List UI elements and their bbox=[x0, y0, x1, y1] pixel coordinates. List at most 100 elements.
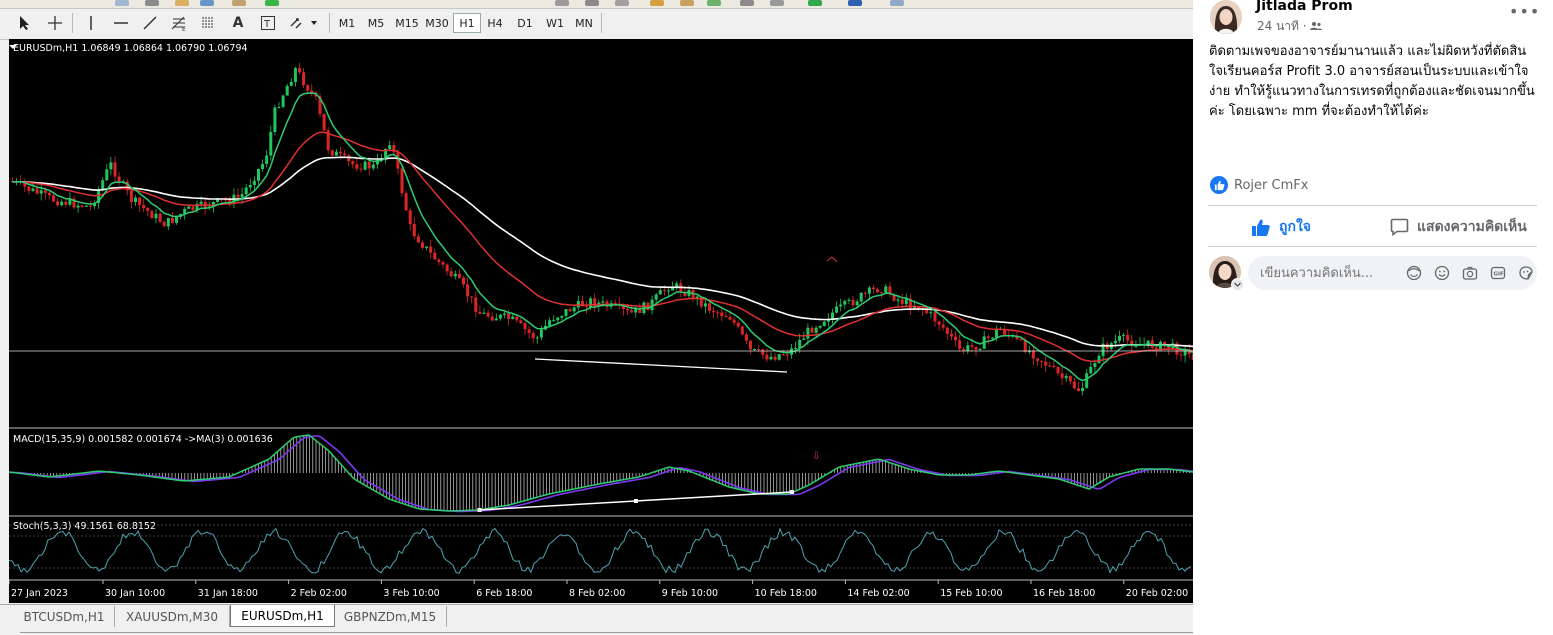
trendline-icon[interactable] bbox=[139, 12, 161, 34]
timeframe-mn[interactable]: MN bbox=[570, 13, 598, 33]
tab-eurusd[interactable]: EURUSDm,H1 bbox=[230, 605, 335, 627]
toolbar-stub[interactable] bbox=[615, 0, 629, 6]
tab-xauusd[interactable]: XAUUSDm,M30 bbox=[115, 606, 230, 627]
candle-body bbox=[113, 162, 117, 177]
text-icon[interactable]: A bbox=[227, 12, 249, 34]
avatar[interactable] bbox=[1210, 0, 1242, 34]
candle-body bbox=[564, 309, 568, 316]
tab-gbpnzd[interactable]: GBPNZDm,M15 bbox=[334, 606, 447, 627]
crosshair-icon[interactable] bbox=[44, 12, 66, 34]
toolbar-stub[interactable] bbox=[808, 0, 822, 6]
candle-body bbox=[298, 68, 301, 73]
toolbar-stub[interactable] bbox=[680, 0, 694, 6]
toolbar-stub[interactable] bbox=[145, 0, 159, 6]
toolbar-stub[interactable] bbox=[650, 0, 664, 6]
candle-body bbox=[166, 217, 170, 227]
toolbar-stub[interactable] bbox=[175, 0, 189, 6]
candle-body bbox=[708, 303, 711, 311]
arrows-icon[interactable] bbox=[287, 12, 321, 34]
candle-body bbox=[1179, 354, 1183, 356]
sticker-icon[interactable] bbox=[1518, 265, 1534, 281]
candle-body bbox=[712, 310, 716, 313]
candle-body bbox=[806, 327, 810, 339]
post-author[interactable]: Jitlada Prom bbox=[1256, 0, 1353, 14]
horizontal-line-icon[interactable] bbox=[110, 12, 132, 34]
candle-body bbox=[388, 145, 392, 150]
gif-icon[interactable]: GIF bbox=[1490, 265, 1506, 281]
candle-body bbox=[958, 340, 962, 349]
candle-body bbox=[515, 316, 519, 321]
drawing-toolbar: E A T M1 M5 M15 M30 H1 H4 D1 W1 MN bbox=[0, 9, 1193, 40]
candle-body bbox=[289, 81, 293, 86]
like-button[interactable]: ถูกใจ bbox=[1251, 216, 1311, 238]
candle-body bbox=[662, 290, 666, 292]
candle-body bbox=[531, 332, 535, 339]
vertical-line-icon[interactable] bbox=[80, 12, 102, 34]
candle-body bbox=[859, 292, 863, 302]
toolbar-stub[interactable] bbox=[890, 0, 904, 6]
reactions-summary[interactable]: Rojer CmFx bbox=[1210, 175, 1308, 195]
timeframe-m15[interactable]: M15 bbox=[392, 13, 422, 33]
channel-icon[interactable] bbox=[197, 12, 219, 34]
timeframe-d1[interactable]: D1 bbox=[511, 13, 539, 33]
candle-body bbox=[146, 207, 150, 212]
candle-body bbox=[277, 106, 281, 108]
candle-body bbox=[261, 163, 265, 170]
timeframe-h4[interactable]: H4 bbox=[481, 13, 509, 33]
candle-body bbox=[736, 322, 740, 327]
toolbar-stub[interactable] bbox=[265, 0, 279, 6]
candle-body bbox=[363, 161, 367, 170]
macd-arrow-marker-icon: ⇩ bbox=[812, 451, 820, 462]
candle-body bbox=[589, 298, 593, 308]
candle-body bbox=[1019, 338, 1023, 340]
toolbar-stub[interactable] bbox=[555, 0, 569, 6]
comment-input[interactable] bbox=[1260, 256, 1395, 290]
comment-composer[interactable]: GIF bbox=[1248, 256, 1537, 290]
fibonacci-icon[interactable]: E bbox=[168, 12, 190, 34]
timeframe-m1[interactable]: M1 bbox=[333, 13, 361, 33]
emoji-icon[interactable] bbox=[1434, 265, 1450, 281]
toolbar-stub[interactable] bbox=[585, 0, 599, 6]
candle-body bbox=[744, 334, 748, 341]
candle-body bbox=[1093, 363, 1097, 367]
candle-body bbox=[416, 236, 420, 243]
avatar-sticker-icon[interactable] bbox=[1406, 265, 1422, 281]
more-options-icon[interactable]: ••• bbox=[1509, 2, 1540, 21]
candle-body bbox=[773, 356, 777, 360]
thumbs-up-icon bbox=[1252, 218, 1270, 236]
toolbar-stub[interactable] bbox=[232, 0, 246, 6]
price-chart[interactable]: EURUSDm,H1 1.06849 1.06864 1.06790 1.067… bbox=[9, 39, 1193, 603]
text-label-icon[interactable]: T bbox=[257, 12, 279, 34]
candle-body bbox=[322, 113, 326, 131]
account-switch-icon[interactable] bbox=[1231, 278, 1244, 291]
candle-body bbox=[626, 308, 629, 311]
candle-body bbox=[1060, 373, 1064, 379]
candle-body bbox=[740, 326, 744, 335]
timeframe-m30[interactable]: M30 bbox=[423, 13, 451, 33]
candle-body bbox=[482, 312, 486, 314]
toolbar-stub[interactable] bbox=[200, 0, 214, 6]
timeframe-w1[interactable]: W1 bbox=[541, 13, 569, 33]
candle-body bbox=[105, 169, 109, 181]
timeframe-m5[interactable]: M5 bbox=[362, 13, 390, 33]
candle-body bbox=[293, 68, 297, 82]
post-time[interactable]: 24 นาที · bbox=[1257, 17, 1323, 36]
cursor-icon[interactable] bbox=[14, 12, 36, 34]
friends-icon bbox=[1310, 22, 1323, 30]
toolbar-stub[interactable] bbox=[848, 0, 862, 6]
svg-text:E: E bbox=[182, 26, 186, 31]
tab-btcusd[interactable]: BTCUSDm,H1 bbox=[14, 606, 115, 627]
chart-tabs: BTCUSDm,H1 XAUUSDm,M30 EURUSDm,H1 GBPNZD… bbox=[0, 604, 1193, 635]
candle-body bbox=[60, 201, 64, 206]
toolbar-stub[interactable] bbox=[740, 0, 754, 6]
camera-icon[interactable] bbox=[1462, 265, 1478, 281]
toolbar-stub[interactable] bbox=[115, 0, 129, 6]
candle-body bbox=[835, 306, 839, 313]
candle-body bbox=[109, 162, 113, 170]
chart-window[interactable]: EURUSDm,H1 1.06849 1.06864 1.06790 1.067… bbox=[9, 39, 1193, 603]
toolbar-stub[interactable] bbox=[770, 0, 784, 6]
comment-button[interactable]: แสดงความคิดเห็น bbox=[1390, 216, 1527, 238]
timeframe-h1[interactable]: H1 bbox=[453, 13, 481, 33]
toolbar-stub[interactable] bbox=[707, 0, 721, 6]
reactor-name: Rojer CmFx bbox=[1234, 177, 1309, 193]
